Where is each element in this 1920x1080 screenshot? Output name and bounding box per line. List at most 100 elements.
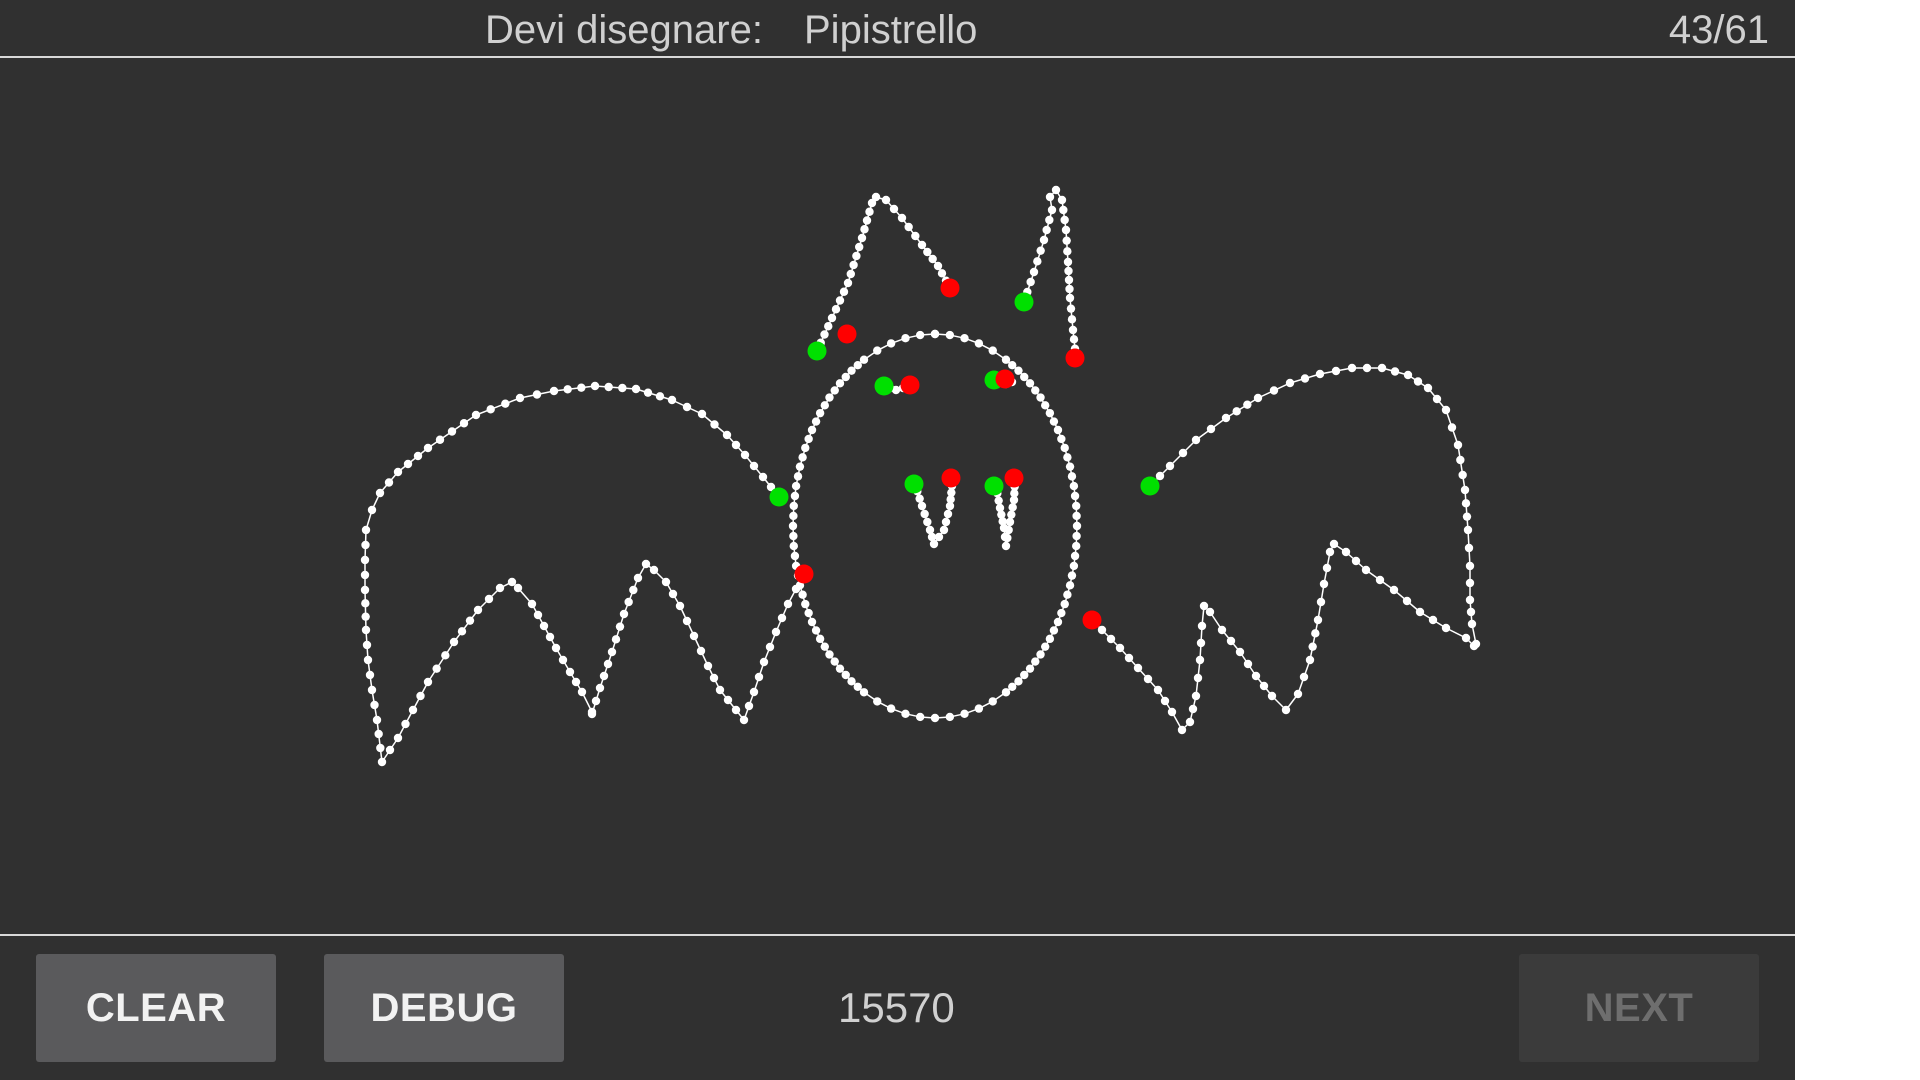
stroke-point xyxy=(901,709,910,719)
stroke-point xyxy=(789,531,798,541)
stroke-end-marker xyxy=(1004,468,1024,488)
stroke-point xyxy=(435,435,445,444)
stroke-point xyxy=(1033,257,1042,266)
stroke-point xyxy=(1025,664,1035,673)
stroke-point xyxy=(841,372,850,382)
stroke-point xyxy=(1008,503,1017,512)
clear-button[interactable]: CLEAR xyxy=(36,954,276,1062)
stroke-point xyxy=(1029,267,1039,277)
stroke-point xyxy=(1447,423,1457,432)
stroke-point xyxy=(1020,670,1029,680)
stroke-point xyxy=(830,657,839,666)
stroke-point xyxy=(881,195,891,205)
stroke-point xyxy=(1066,304,1076,313)
stroke-point xyxy=(1064,275,1074,285)
stroke-point xyxy=(855,242,864,252)
stroke-point xyxy=(360,570,370,580)
stroke-point xyxy=(930,329,940,339)
stroke-start-marker xyxy=(874,376,894,396)
stroke-point xyxy=(571,677,581,687)
stroke-point xyxy=(365,670,375,680)
stroke-point xyxy=(1047,205,1057,215)
stroke-point xyxy=(793,472,803,481)
debug-button[interactable]: DEBUG xyxy=(324,954,564,1062)
stroke-point xyxy=(1067,571,1077,580)
stroke-point xyxy=(917,240,927,250)
header-bar: Devi disegnare: Pipistrello 43/61 xyxy=(0,0,1795,56)
stroke-point xyxy=(1026,277,1035,287)
stroke-point xyxy=(1007,510,1016,519)
stroke-point xyxy=(1423,383,1433,393)
stroke-point xyxy=(423,677,433,687)
stroke-point xyxy=(1221,413,1231,423)
stroke-point xyxy=(1049,417,1059,426)
stroke-point xyxy=(1461,499,1471,508)
stroke-point xyxy=(1460,485,1470,495)
stroke-point xyxy=(923,247,932,257)
stroke-point xyxy=(988,346,997,355)
stroke xyxy=(788,329,1082,723)
stroke-point xyxy=(577,687,587,697)
stroke-point xyxy=(835,379,845,388)
stroke-point xyxy=(789,541,798,551)
stroke-point xyxy=(441,651,450,660)
stroke-point xyxy=(933,261,943,271)
stroke-point xyxy=(1065,293,1075,303)
stroke-point xyxy=(960,333,969,343)
stroke-point xyxy=(551,643,561,653)
stroke-point xyxy=(1281,705,1291,715)
stroke-point xyxy=(915,494,924,503)
stroke-point xyxy=(820,642,829,651)
stroke-point xyxy=(1067,472,1077,481)
stroke-point xyxy=(1465,578,1475,588)
stroke-point xyxy=(1036,246,1045,255)
stroke-point xyxy=(1361,565,1371,575)
stroke-point xyxy=(1036,650,1045,659)
stroke-point xyxy=(941,517,951,527)
next-button[interactable]: NEXT xyxy=(1519,954,1759,1062)
stroke-point xyxy=(1403,370,1413,380)
stroke-point xyxy=(689,631,699,641)
stroke-point xyxy=(599,671,609,681)
stroke-point xyxy=(661,577,671,587)
stroke-point xyxy=(697,409,707,419)
stroke-point xyxy=(1432,394,1442,404)
stroke-point xyxy=(1390,367,1400,376)
stroke-point xyxy=(1067,315,1077,324)
stroke-point xyxy=(862,216,872,225)
stroke-point xyxy=(815,634,825,644)
stroke-point xyxy=(513,583,523,593)
stroke-point xyxy=(1063,257,1073,267)
stroke-point xyxy=(447,427,457,436)
stroke-point xyxy=(1042,225,1051,235)
stroke-point xyxy=(846,269,855,279)
drawing-canvas[interactable] xyxy=(0,58,1795,934)
stroke-point xyxy=(1188,704,1198,714)
stroke-point xyxy=(361,525,371,535)
stroke-point xyxy=(1226,636,1236,646)
stroke-point xyxy=(1057,608,1066,618)
stroke-point xyxy=(1232,407,1241,416)
stroke-point xyxy=(1001,688,1011,697)
stroke-point xyxy=(1456,455,1465,465)
stroke-point xyxy=(633,573,643,583)
stroke-point xyxy=(1205,607,1215,617)
stroke-point xyxy=(1313,615,1323,625)
prompt-word: Pipistrello xyxy=(804,8,978,52)
stroke-point xyxy=(758,472,768,482)
stroke-point xyxy=(1253,393,1263,403)
stroke-point xyxy=(360,585,370,595)
stroke-point xyxy=(873,346,882,355)
stroke-point xyxy=(1315,369,1325,379)
stroke-point xyxy=(1413,377,1423,386)
stroke-point xyxy=(1305,655,1315,665)
stroke-point xyxy=(1428,615,1438,625)
stroke-end-marker xyxy=(837,324,857,344)
stroke-point xyxy=(1072,501,1081,511)
stroke-point xyxy=(1045,192,1055,202)
footer-divider xyxy=(0,934,1795,936)
drawing-surface[interactable] xyxy=(0,58,1795,934)
stroke-point xyxy=(1362,363,1372,373)
stroke-point xyxy=(835,664,845,673)
stroke-point xyxy=(849,260,858,270)
